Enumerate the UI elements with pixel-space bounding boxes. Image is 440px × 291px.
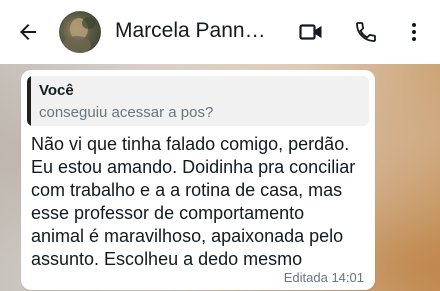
chat-header: Marcela Pannain… <box>0 0 440 64</box>
video-call-icon <box>299 24 322 40</box>
edited-label: Editada <box>283 270 328 285</box>
avatar[interactable] <box>59 11 101 53</box>
voice-call-icon <box>356 22 376 42</box>
back-button[interactable] <box>14 18 42 46</box>
message-time: 14:01 <box>331 270 364 285</box>
message-text: Não vi que tinha falado comigo, perdão. … <box>31 134 356 269</box>
contact-name[interactable]: Marcela Pannain… <box>115 19 277 43</box>
message-bubble[interactable]: Você conseguiu acessar a pos? Não vi que… <box>21 70 375 290</box>
quote-bar <box>27 76 31 126</box>
voice-call-button[interactable] <box>352 18 380 46</box>
more-options-button[interactable] <box>400 18 428 46</box>
video-call-button[interactable] <box>297 18 325 46</box>
back-arrow-icon <box>20 24 36 40</box>
quoted-text: conseguiu acessar a pos? <box>39 104 214 121</box>
quoted-message[interactable]: Você conseguiu acessar a pos? <box>27 76 369 126</box>
message-meta: Editada 14:01 <box>284 270 364 285</box>
quoted-author: Você <box>39 82 74 99</box>
more-options-icon <box>412 23 416 41</box>
